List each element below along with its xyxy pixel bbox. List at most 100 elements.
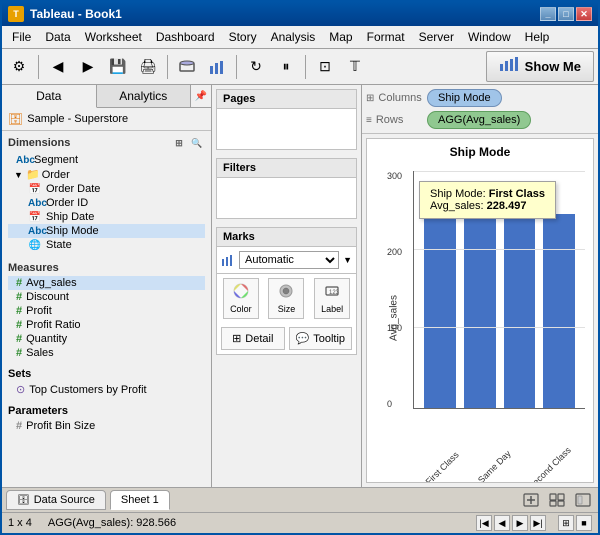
rows-pill[interactable]: AGG(Avg_sales) [427,111,531,129]
minimize-button[interactable]: _ [540,7,556,21]
toolbar-new-btn[interactable]: ⚙ [6,54,32,80]
filters-section: Filters [216,158,357,219]
menu-dashboard[interactable]: Dashboard [150,28,221,46]
measure-profit[interactable]: # Profit [8,304,205,318]
columns-grid-icon: ⊞ [366,93,374,104]
new-dashboard-btn[interactable] [546,490,568,510]
nav-next-btn[interactable]: ▶ [512,515,528,531]
field-ship-mode[interactable]: Abc Ship Mode [8,224,205,238]
menu-worksheet[interactable]: Worksheet [79,28,148,46]
toolbar-save-btn[interactable]: 💾 [105,54,131,80]
param-profit-bin[interactable]: # Profit Bin Size [8,419,205,433]
chart-title: Ship Mode [367,139,593,161]
measure-avg-sales[interactable]: # Avg_sales [8,276,205,290]
toolbar-datasource-btn[interactable] [174,54,200,80]
toolbar-forward-btn[interactable]: ▶ [75,54,101,80]
toolbar-sep-4 [305,55,306,79]
dimensions-label: Dimensions [8,137,70,149]
nav-grid-btn[interactable]: ⊞ [558,515,574,531]
field-segment[interactable]: Abc Segment [8,153,205,167]
toolbar-pause-btn[interactable]: ⏸ [273,54,299,80]
marks-color-btn[interactable]: Color [223,278,259,319]
field-name: Profit [26,305,52,317]
field-name: Avg_sales [26,277,77,289]
bar-first-class[interactable] [424,202,456,408]
measure-quantity[interactable]: # Quantity [8,332,205,346]
sidebar-pin[interactable]: 📌 [191,85,211,107]
tab-data-source[interactable]: 🗄 Data Source [6,490,106,510]
sidebar-tabs: Data Analytics 📌 [2,85,211,108]
title-bar: T Tableau - Book1 _ □ ✕ [2,2,598,26]
toolbar-back-btn[interactable]: ◀ [45,54,71,80]
close-button[interactable]: ✕ [576,7,592,21]
menu-story[interactable]: Story [223,28,263,46]
marks-tooltip-btn[interactable]: 💬 Tooltip [289,327,353,350]
bar-standard-class[interactable] [543,214,575,408]
maximize-button[interactable]: □ [558,7,574,21]
new-story-btn[interactable] [572,490,594,510]
menu-file[interactable]: File [6,28,37,46]
nav-last-btn[interactable]: ▶| [530,515,546,531]
field-type-icon: ⊙ [16,383,25,396]
middle-panel: Pages Filters Marks Automatic ▼ [212,85,362,487]
measure-discount[interactable]: # Discount [8,290,205,304]
toolbar-label-btn[interactable]: 𝕋 [342,54,368,80]
dimensions-header-left: Dimensions [8,137,70,149]
new-sheet-btn[interactable] [520,490,542,510]
menu-analysis[interactable]: Analysis [265,28,322,46]
field-name: Segment [34,154,78,166]
dimensions-header: Dimensions ⊞ 🔍 [8,135,205,151]
marks-label-btn[interactable]: 123 Label [314,278,350,319]
measures-section: Measures # Avg_sales # Discount # Profit [2,258,211,362]
svg-text:123: 123 [329,290,340,296]
title-bar-buttons: _ □ ✕ [540,7,592,21]
field-name: Quantity [26,333,67,345]
marks-size-btn[interactable]: Size [268,278,304,319]
nav-prev-btn[interactable]: ◀ [494,515,510,531]
field-ship-date[interactable]: 📅 Ship Date [8,210,205,224]
toolbar-print-btn[interactable]: 🖨 [135,54,161,80]
menu-map[interactable]: Map [323,28,358,46]
menu-data[interactable]: Data [39,28,76,46]
field-type-icon: Abc [28,226,42,237]
field-name: Order ID [46,197,88,209]
toolbar-refresh-btn[interactable]: ↻ [243,54,269,80]
menu-server[interactable]: Server [413,28,460,46]
field-type-icon: # [16,305,22,317]
measure-profit-ratio[interactable]: # Profit Ratio [8,318,205,332]
measure-sales[interactable]: # Sales [8,346,205,360]
menu-help[interactable]: Help [519,28,556,46]
field-name: Discount [26,291,69,303]
marks-dropdown-arrow: ▼ [343,255,352,265]
tooltip-avg-sales-value: 228.497 [487,200,527,212]
nav-first-btn[interactable]: |◀ [476,515,492,531]
field-type-icon: Abc [16,155,30,166]
menu-format[interactable]: Format [361,28,411,46]
toolbar-fit-btn[interactable]: ⊡ [312,54,338,80]
marks-type-select[interactable]: Automatic [239,251,339,269]
tab-data[interactable]: Data [2,85,97,108]
tree-order[interactable]: ▼ 📁 Order [8,167,205,182]
dimensions-grid-btn[interactable]: ⊞ [171,135,187,151]
tab-analytics[interactable]: Analytics [97,85,192,107]
bottom-tabs-bar: 🗄 Data Source Sheet 1 [2,487,598,512]
field-order-date[interactable]: 📅 Order Date [8,182,205,196]
menu-window[interactable]: Window [462,28,517,46]
bar-second-class[interactable] [504,214,536,408]
field-state[interactable]: 🌐 State [8,238,205,252]
bars-area: Ship Mode: First Class Avg_sales: 228.49… [413,171,585,409]
toolbar-chart-btn[interactable] [204,54,230,80]
field-type-icon: # [16,319,22,331]
dimensions-search-btn[interactable]: 🔍 [189,135,205,151]
sidebar-scrollable[interactable]: Dimensions ⊞ 🔍 Abc Segment ▼ [2,131,211,487]
set-top-customers[interactable]: ⊙ Top Customers by Profit [8,382,205,397]
field-type-icon: # [16,277,22,289]
show-me-button[interactable]: Show Me [486,51,594,82]
columns-pill[interactable]: Ship Mode [427,89,502,107]
nav-square-btn[interactable]: ■ [576,515,592,531]
bar-same-day[interactable] [464,202,496,408]
field-order-id[interactable]: Abc Order ID [8,196,205,210]
data-source-name[interactable]: Sample - Superstore [27,113,128,125]
tab-sheet1[interactable]: Sheet 1 [110,490,170,510]
marks-detail-btn[interactable]: ⊞ Detail [221,327,285,350]
